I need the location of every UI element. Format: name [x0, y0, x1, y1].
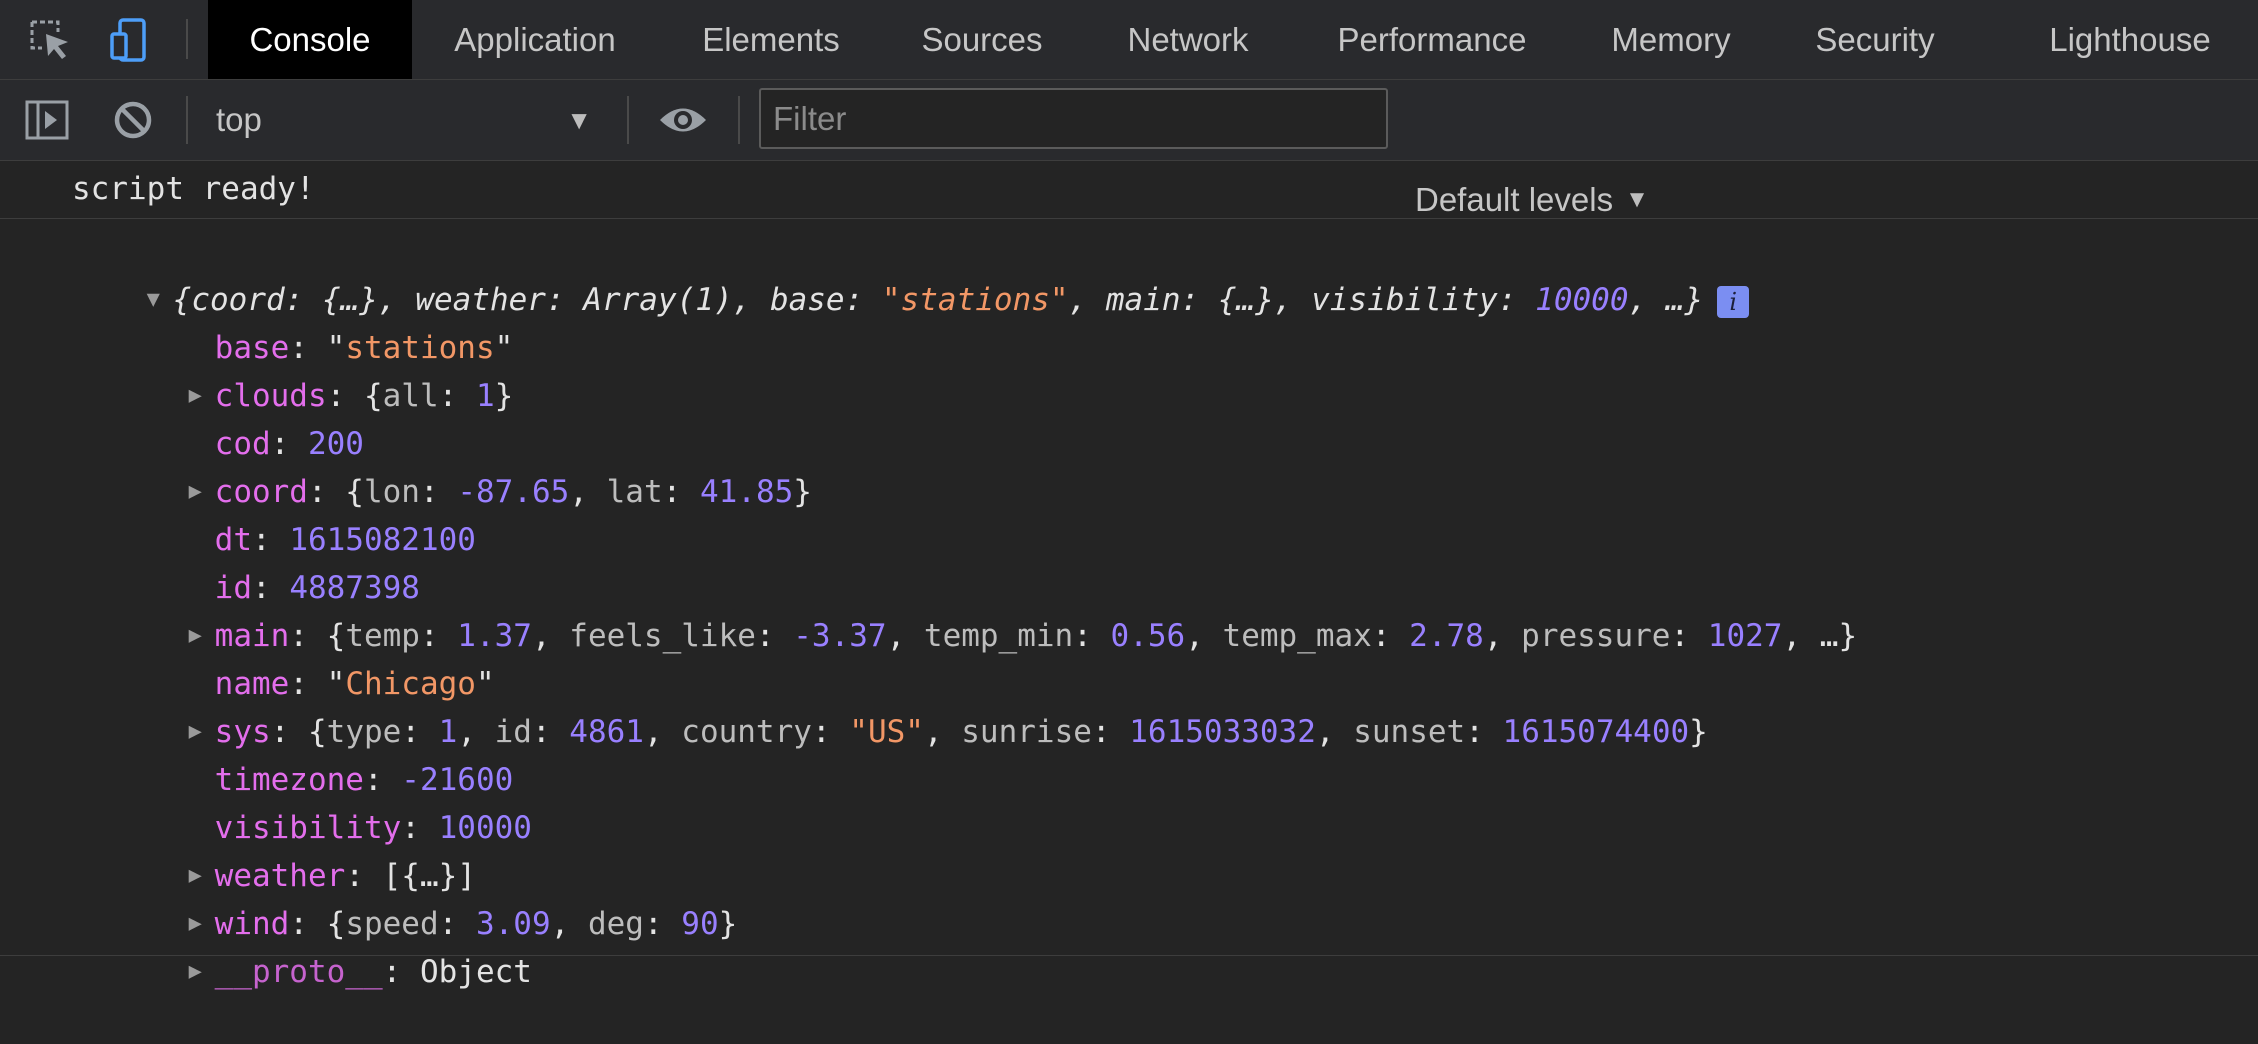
- tab-network[interactable]: Network: [1108, 0, 1268, 79]
- object-summary-row[interactable]: ▼ {coord: {…}, weather: Array(1), base: "…: [72, 228, 1750, 318]
- log-message-text: script ready!: [72, 171, 315, 207]
- dropdown-arrow-icon: ▼: [566, 104, 592, 135]
- inspect-element-icon[interactable]: [20, 0, 80, 79]
- info-icon[interactable]: i: [1717, 285, 1750, 318]
- property-row-main[interactable]: ▶ main: {temp: 1.37, feels_like: -3.37, t…: [114, 564, 1857, 654]
- tab-memory[interactable]: Memory: [1594, 0, 1748, 79]
- device-toggle-icon[interactable]: [100, 0, 160, 79]
- toolbar-separator: [627, 96, 629, 144]
- clear-console-icon[interactable]: [104, 80, 162, 160]
- show-sidebar-icon[interactable]: [18, 80, 76, 160]
- console-divider: [0, 955, 2258, 956]
- property-row-visibility: visibility: 10000: [214, 810, 532, 846]
- property-row-sys[interactable]: ▶ sys: {type: 1, id: 4861, country: "US",…: [114, 660, 1708, 750]
- devtools-tab-bar: Console Application Elements Sources Net…: [0, 0, 2258, 80]
- property-row-clouds[interactable]: ▶ clouds: {all: 1}: [114, 324, 514, 414]
- tab-sources[interactable]: Sources: [898, 0, 1066, 79]
- tab-console[interactable]: Console: [208, 0, 412, 79]
- property-row-cod: cod: 200: [214, 426, 364, 462]
- console-output: script ready! ▼ {coord: {…}, weather: Arr…: [0, 161, 2258, 990]
- property-row-base: base: "stations": [214, 330, 514, 366]
- tab-application[interactable]: Application: [430, 0, 640, 79]
- property-row-id: id: 4887398: [214, 570, 420, 606]
- toolbar-separator: [186, 19, 188, 59]
- property-row-weather[interactable]: ▶ weather: [{…}]: [114, 804, 476, 894]
- tab-security[interactable]: Security: [1798, 0, 1952, 79]
- console-filter-input[interactable]: [759, 88, 1388, 149]
- property-row-name: name: "Chicago": [214, 666, 495, 702]
- js-context-select[interactable]: top ▼: [196, 80, 606, 160]
- toolbar-separator: [186, 96, 188, 144]
- toolbar-separator: [738, 96, 740, 144]
- property-row-proto[interactable]: ▶ __proto__: Object: [114, 900, 532, 990]
- console-message: script ready!: [0, 161, 2258, 219]
- tab-lighthouse[interactable]: Lighthouse: [2030, 0, 2230, 79]
- property-row-coord[interactable]: ▶ coord: {lon: -87.65, lat: 41.85}: [114, 420, 812, 510]
- property-row-timezone: timezone: -21600: [214, 762, 514, 798]
- live-expression-icon[interactable]: [652, 80, 714, 160]
- tab-elements[interactable]: Elements: [678, 0, 864, 79]
- tab-performance[interactable]: Performance: [1316, 0, 1548, 79]
- property-row-wind[interactable]: ▶ wind: {speed: 3.09, deg: 90}: [114, 852, 738, 942]
- property-row-dt: dt: 1615082100: [214, 522, 476, 558]
